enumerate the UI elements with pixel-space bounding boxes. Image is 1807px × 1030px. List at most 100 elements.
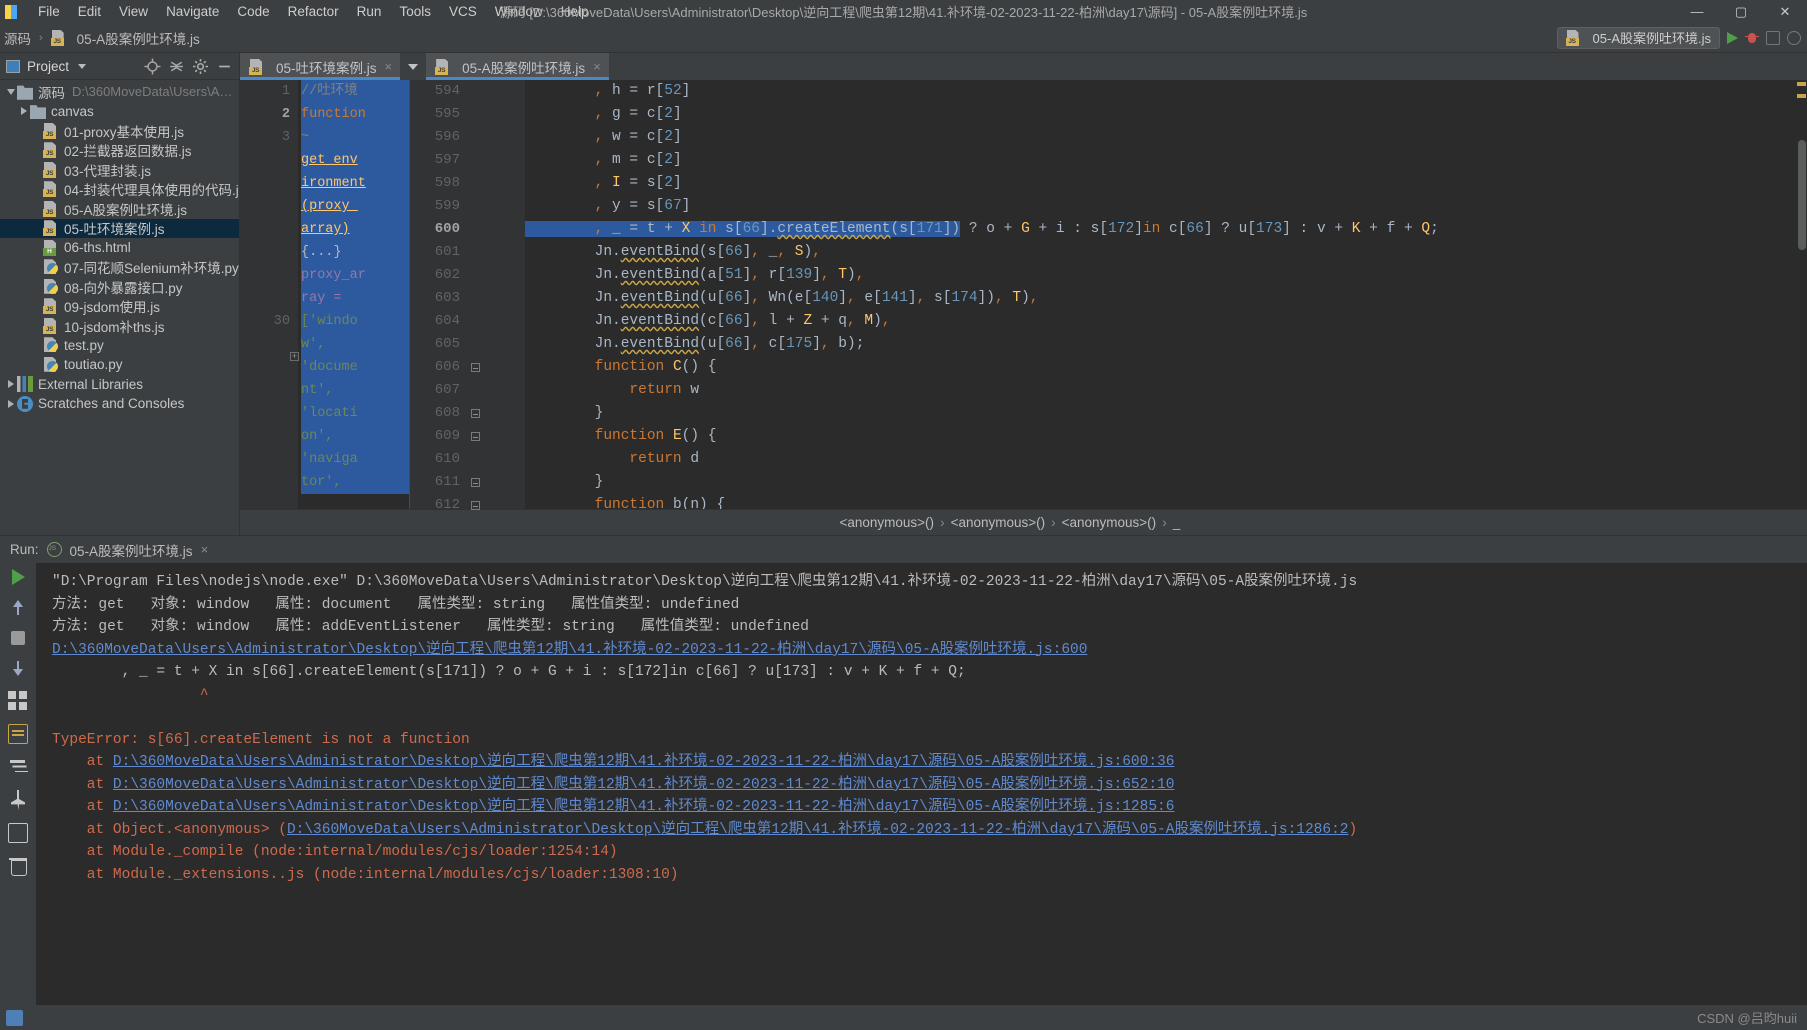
code-line[interactable]: , w = c[2] [525,126,1807,149]
menu-item-window[interactable]: Window [486,2,552,21]
tree-node[interactable]: Scratches and Consoles [0,394,239,414]
console-file-link[interactable]: D:\360MoveData\Users\Administrator\Deskt… [113,777,1175,793]
tree-node[interactable]: 05-A股案例吐环境.js [0,199,239,219]
hide-toolwindow-icon[interactable] [216,58,233,75]
code-line[interactable]: Jn.eventBind(s[66], _, S), [525,241,1807,264]
trash-icon[interactable] [8,856,28,876]
gutter-line[interactable]: 609 [410,425,525,448]
tab-list-dropdown[interactable] [400,53,426,80]
print-icon[interactable] [8,823,28,843]
filter-icon[interactable] [8,757,28,777]
code-line[interactable]: on', [301,425,409,448]
breadcrumb[interactable]: 源码 › 05-A股案例吐环境.js [0,28,200,48]
tree-node[interactable]: 04-封装代理具体使用的代码.js [0,180,239,200]
chevron-down-icon[interactable] [4,88,17,95]
gutter-line[interactable]: 608 [410,402,525,425]
code-line[interactable]: 'naviga [301,448,409,471]
gutter-line[interactable]: 597 [410,149,525,172]
code-line[interactable]: ray = [301,287,409,310]
chevron-down-icon[interactable] [78,63,87,69]
tree-node[interactable]: 02-拦截器返回数据.js [0,141,239,161]
up-arrow-icon[interactable] [8,598,28,618]
menu-bar[interactable]: File Edit View Navigate Code Refactor Ru… [29,2,598,21]
code-line[interactable]: Jn.eventBind(u[66], Wn(e[140], e[141], s… [525,287,1807,310]
tree-node[interactable]: 01-proxy基本使用.js [0,121,239,141]
console-line[interactable]: at D:\360MoveData\Users\Administrator\De… [52,796,1807,819]
locate-icon[interactable] [144,58,161,75]
code-line[interactable]: function C() { [525,356,1807,379]
gutter-line[interactable]: 610 [410,448,525,471]
project-tree[interactable]: 源码 D:\360MoveData\Users\A… canvas 01-proxy基… [0,80,239,535]
settings-gear-icon[interactable] [192,58,209,75]
fold-marker-icon[interactable] [466,432,484,441]
gutter-line[interactable]: 607 [410,379,525,402]
editor-scrollbar-markers[interactable] [1795,80,1807,509]
pin-icon[interactable] [11,790,25,810]
tree-node[interactable]: 08-向外暴露接口.py [0,277,239,297]
code-line[interactable]: ~ [301,126,409,149]
window-controls[interactable]: — ▢ ✕ [1675,0,1807,23]
tree-node[interactable]: 10-jsdom补ths.js [0,316,239,336]
console-file-link[interactable]: D:\360MoveData\Users\Administrator\Deskt… [52,642,1087,658]
fold-marker-icon[interactable] [466,501,484,510]
editor-tab-row[interactable]: 05-吐环境案例.js × 05-A股案例吐环境.js × [240,53,1807,80]
close-run-tab-icon[interactable]: × [201,542,209,557]
gutter-line[interactable]: 598 [410,172,525,195]
code-line[interactable]: return d [525,448,1807,471]
console-line[interactable]: at D:\360MoveData\Users\Administrator\De… [52,774,1807,797]
code-line[interactable]: //吐环境 [301,80,409,103]
breadcrumb-item-2[interactable]: <anonymous>() [1062,515,1157,530]
code-line[interactable]: ['windo [301,310,409,333]
gutter-line[interactable]: 594 [410,80,525,103]
console-line[interactable]: D:\360MoveData\Users\Administrator\Deskt… [52,639,1807,662]
menu-item-vcs[interactable]: VCS [440,2,486,21]
gutter-line[interactable]: 600 [410,218,525,241]
minimize-button[interactable]: — [1675,0,1719,23]
menu-item-run[interactable]: Run [348,2,391,21]
code-line[interactable]: get_env [301,149,409,172]
menu-item-tools[interactable]: Tools [390,2,440,21]
editor-tab-1[interactable]: 05-A股案例吐环境.js × [426,53,609,80]
code-line[interactable]: ironment [301,172,409,195]
code-line[interactable]: , I = s[2] [525,172,1807,195]
menu-item-file[interactable]: File [29,2,69,21]
soft-wrap-icon[interactable] [8,724,28,744]
code-line[interactable]: , m = c[2] [525,149,1807,172]
left-editor-code[interactable]: //吐环境 function ~ get_env ironment (proxy_ arra… [298,80,409,509]
menu-item-view[interactable]: View [110,2,157,21]
code-line[interactable]: , h = r[52] [525,80,1807,103]
code-line[interactable]: , _ = t + X in s[66].createElement(s[171… [525,218,1807,241]
down-arrow-icon[interactable] [8,658,28,678]
code-line[interactable]: 'docume [301,356,409,379]
code-line[interactable]: } [525,402,1807,425]
code-line[interactable]: (proxy_ [301,195,409,218]
menu-item-code[interactable]: Code [228,2,278,21]
coverage-icon[interactable] [1766,30,1780,45]
fold-marker-icon[interactable] [466,478,484,487]
code-line[interactable]: proxy_ar [301,264,409,287]
profile-icon[interactable] [1787,30,1801,45]
navbar-actions[interactable]: 05-A股案例吐环境.js [1556,26,1807,49]
run-toolbar[interactable] [0,563,36,1005]
console-file-link[interactable]: D:\360MoveData\Users\Administrator\Deskt… [287,822,1349,838]
fold-marker-icon[interactable] [466,363,484,372]
editor-tab-0[interactable]: 05-吐环境案例.js × [240,53,401,80]
gutter-line[interactable]: 596 [410,126,525,149]
code-line[interactable]: Jn.eventBind(a[51], r[139], T), [525,264,1807,287]
left-editor-gutter[interactable]: 1 2 3 30 [240,80,298,509]
menu-item-refactor[interactable]: Refactor [279,2,348,21]
maximize-button[interactable]: ▢ [1719,0,1763,23]
code-line[interactable]: Jn.eventBind(u[66], c[175], b); [525,333,1807,356]
code-line[interactable]: function b(n) { [525,494,1807,509]
console-file-link[interactable]: D:\360MoveData\Users\Administrator\Deskt… [113,799,1175,815]
code-line[interactable]: tor', [301,471,409,494]
console-output[interactable]: "D:\Program Files\nodejs\node.exe" D:\36… [36,563,1807,1005]
gutter-line[interactable]: 599 [410,195,525,218]
code-line[interactable]: w', [301,333,409,356]
menu-item-help[interactable]: Help [552,2,598,21]
collapse-all-icon[interactable] [168,58,185,75]
chevron-right-icon[interactable] [4,399,17,408]
code-line[interactable]: nt', [301,379,409,402]
tree-node[interactable]: 09-jsdom使用.js [0,297,239,317]
gutter-line[interactable]: 604 [410,310,525,333]
